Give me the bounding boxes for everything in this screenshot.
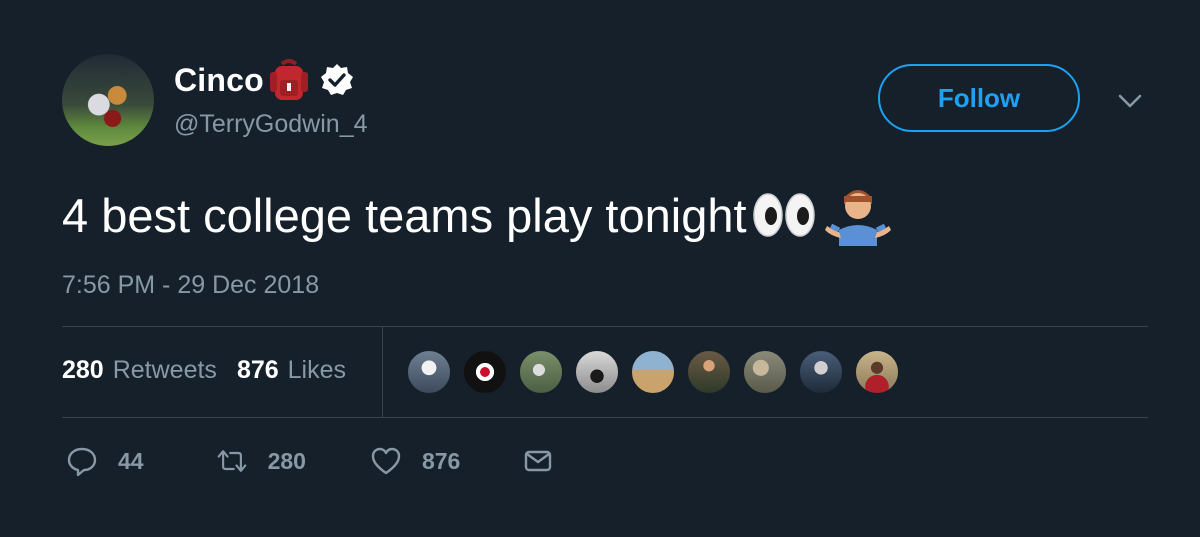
verified-badge-icon [320, 64, 353, 95]
backpack-icon [269, 59, 308, 100]
like-button[interactable]: 876 [370, 445, 460, 477]
liker-avatar[interactable] [406, 349, 452, 395]
retweets-stat[interactable]: 280 Retweets [62, 356, 217, 385]
display-name[interactable]: Cinco [174, 62, 264, 99]
divider [62, 326, 1148, 327]
retweet-icon [217, 450, 246, 472]
liker-avatar[interactable] [518, 349, 564, 395]
stats-divider [382, 327, 383, 417]
chevron-down-icon[interactable] [1116, 92, 1144, 110]
tweet-text-content: 4 best college teams play tonight [62, 188, 747, 242]
follow-button[interactable]: Follow [878, 64, 1080, 132]
tweet-text: 4 best college teams play tonight [62, 184, 891, 246]
retweets-stat-count: 280 [62, 356, 104, 384]
direct-message-button[interactable] [522, 445, 554, 477]
liker-avatar[interactable] [742, 349, 788, 395]
like-count: 876 [421, 447, 461, 474]
reply-count: 44 [118, 447, 144, 474]
liked-by-avatars [406, 349, 910, 395]
liker-avatar[interactable] [630, 349, 676, 395]
avatar[interactable] [62, 54, 154, 146]
retweet-count: 280 [267, 447, 306, 474]
reply-icon [67, 447, 97, 477]
reply-button[interactable]: 44 [66, 445, 144, 477]
name-row: Cinco [174, 58, 354, 102]
tweet-stats: 280 Retweets 876 Likes [62, 356, 346, 385]
retweet-button[interactable]: 280 [216, 445, 306, 477]
liker-avatar[interactable] [574, 349, 620, 395]
tweet-actions: 44 280 876 [66, 445, 554, 477]
likes-stat-count: 876 [236, 356, 279, 384]
retweets-stat-label: Retweets [112, 356, 217, 384]
person-shrugging-icon [824, 190, 891, 246]
likes-stat-label: Likes [287, 356, 347, 384]
eyes-icon [752, 193, 815, 237]
user-handle[interactable]: @TerryGodwin_4 [174, 110, 368, 139]
divider [62, 417, 1148, 418]
likes-stat[interactable]: 876 Likes [237, 356, 346, 385]
liker-avatar[interactable] [462, 349, 508, 395]
tweet-timestamp[interactable]: 7:56 PM - 29 Dec 2018 [62, 271, 319, 300]
liker-avatar[interactable] [854, 349, 900, 395]
envelope-icon [525, 450, 552, 472]
heart-icon [371, 447, 401, 475]
liker-avatar[interactable] [686, 349, 732, 395]
liker-avatar[interactable] [798, 349, 844, 395]
